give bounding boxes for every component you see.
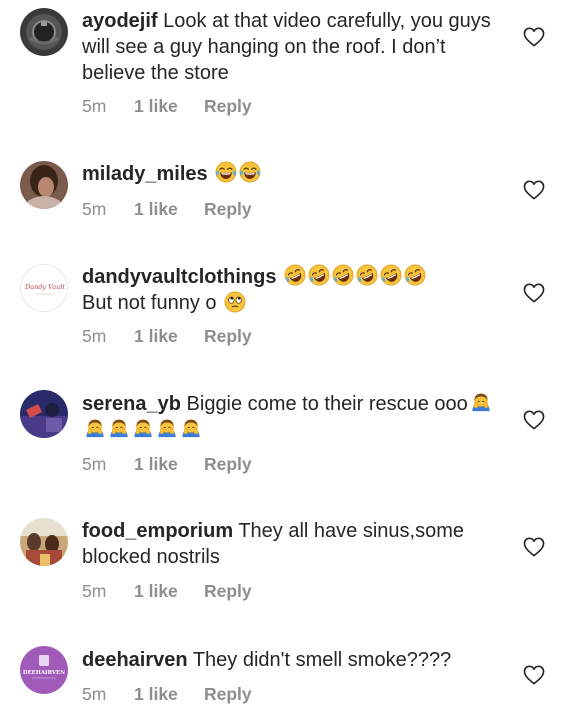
comment-meta: 5m 1 like Reply [82, 684, 252, 705]
comment-text: deehairven They didn't smell smoke???? [82, 647, 502, 673]
comment-timestamp: 5m [82, 199, 107, 219]
rolling-on-floor-laughing-icon [284, 264, 306, 286]
comment-username[interactable]: dandyvaultclothings [82, 266, 276, 288]
avatar[interactable] [20, 518, 68, 566]
comment-meta: 5m 1 like Reply [82, 581, 252, 602]
comment-body: But not funny o [82, 292, 217, 314]
comment-body: Biggie come to their rescue ooo [186, 393, 468, 415]
heart-outline-icon[interactable] [523, 665, 545, 685]
avatar-logo-text: Dandy Vault [24, 283, 65, 291]
heart-outline-icon[interactable] [523, 27, 545, 47]
avatar[interactable]: DEEHAIRVEN [20, 646, 68, 694]
avatar[interactable] [20, 8, 68, 56]
reply-button[interactable]: Reply [204, 326, 252, 347]
comment-meta: 5m 1 like Reply [82, 454, 252, 475]
person-bowing-icon [156, 417, 178, 439]
person-bowing-icon [470, 391, 492, 413]
comment-text: food_emporium They all have sinus,some b… [82, 518, 502, 570]
comment-text: dandyvaultclothings But not funny o [82, 264, 502, 316]
reply-button[interactable]: Reply [204, 581, 252, 602]
avatar[interactable]: Dandy Vault [20, 264, 68, 312]
comment-timestamp: 5m [82, 581, 107, 601]
rolling-on-floor-laughing-icon [380, 264, 402, 286]
comment-meta: 5m 1 like Reply [82, 199, 252, 220]
comment-timestamp: 5m [82, 326, 107, 346]
face-with-rolling-eyes-icon [224, 291, 246, 313]
person-bowing-icon [180, 417, 202, 439]
comment-like-count[interactable]: 1 like [134, 326, 204, 347]
avatar[interactable] [20, 161, 68, 209]
reply-button[interactable]: Reply [204, 684, 252, 705]
rolling-on-floor-laughing-icon [308, 264, 330, 286]
heart-outline-icon[interactable] [523, 410, 545, 430]
face-with-tears-of-joy-icon [215, 161, 237, 183]
reply-button[interactable]: Reply [204, 454, 252, 475]
comment-like-count[interactable]: 1 like [134, 581, 204, 602]
person-bowing-icon [108, 417, 130, 439]
heart-outline-icon[interactable] [523, 283, 545, 303]
reply-button[interactable]: Reply [204, 96, 252, 117]
avatar-logo-text: DEEHAIRVEN [23, 670, 65, 676]
reply-button[interactable]: Reply [204, 199, 252, 220]
comment-timestamp: 5m [82, 684, 107, 704]
comment-body: They didn't smell smoke???? [192, 649, 452, 671]
comment-username[interactable]: deehairven [82, 649, 188, 671]
person-bowing-icon [84, 417, 106, 439]
comment-username[interactable]: ayodejif [82, 10, 158, 32]
comment-timestamp: 5m [82, 454, 107, 474]
comment-meta: 5m 1 like Reply [82, 96, 252, 117]
heart-outline-icon[interactable] [523, 180, 545, 200]
avatar[interactable] [20, 390, 68, 438]
comment-username[interactable]: milady_miles [82, 163, 208, 185]
comment-text: milady_miles [82, 161, 502, 187]
person-bowing-icon [132, 417, 154, 439]
rolling-on-floor-laughing-icon [404, 264, 426, 286]
comment-username[interactable]: food_emporium [82, 520, 233, 542]
comment-like-count[interactable]: 1 like [134, 199, 204, 220]
comment-like-count[interactable]: 1 like [134, 96, 204, 117]
comment-meta: 5m 1 like Reply [82, 326, 252, 347]
comment-username[interactable]: serena_yb [82, 393, 181, 415]
rolling-on-floor-laughing-icon [332, 264, 354, 286]
comment-like-count[interactable]: 1 like [134, 454, 204, 475]
comment-text: serena_yb Biggie come to their rescue oo… [82, 391, 502, 443]
comment-text: ayodejif Look at that video carefully, y… [82, 8, 502, 86]
rolling-on-floor-laughing-icon [356, 264, 378, 286]
comment-like-count[interactable]: 1 like [134, 684, 204, 705]
comment-timestamp: 5m [82, 96, 107, 116]
heart-outline-icon[interactable] [523, 537, 545, 557]
face-with-tears-of-joy-icon [239, 161, 261, 183]
